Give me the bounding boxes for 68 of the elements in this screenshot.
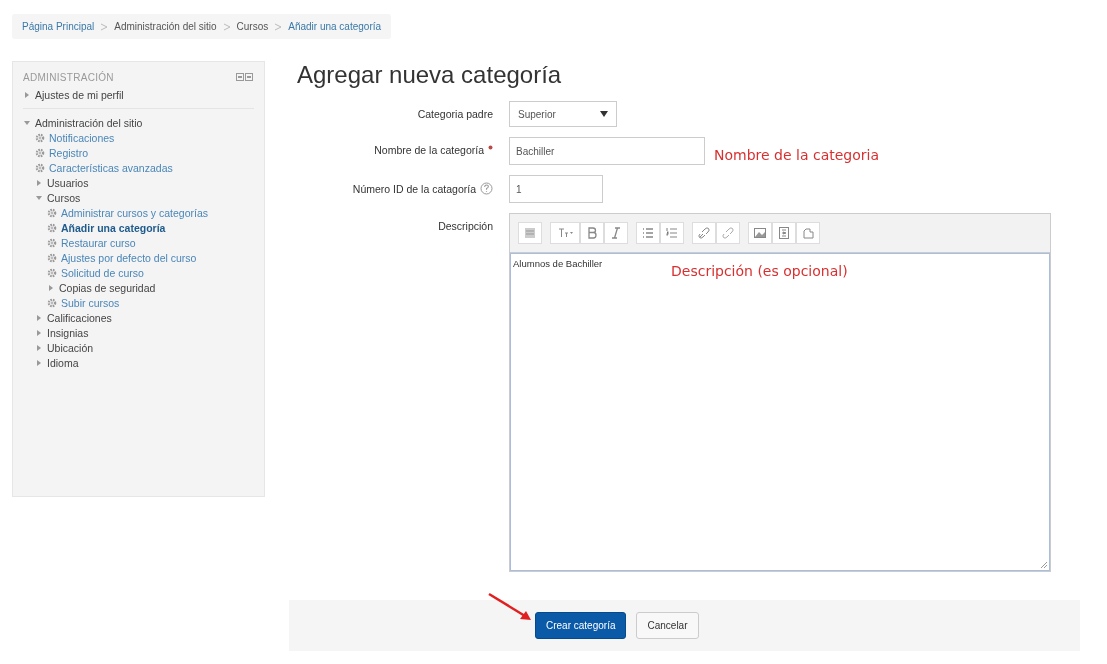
tree-item[interactable]: Insignias: [47, 326, 89, 340]
tree-link[interactable]: Administrar cursos y categorías: [61, 206, 209, 220]
separator-icon: [100, 22, 109, 31]
category-dropdown[interactable]: Superior: [509, 101, 617, 127]
field-label: Descripción: [438, 220, 493, 232]
breadcrumb-item: Cursos: [236, 21, 269, 32]
separator-icon: [274, 22, 283, 31]
media-button[interactable]: [772, 222, 796, 244]
separator-icon: [222, 22, 231, 31]
name-input-field[interactable]: Bachiller: [509, 137, 705, 165]
tree-link[interactable]: Características avanzadas: [49, 161, 173, 175]
image-button[interactable]: [748, 222, 772, 244]
breadcrumb-link[interactable]: Página Principal: [22, 21, 95, 32]
tree-item[interactable]: Idioma: [47, 356, 79, 370]
image-icon: [753, 226, 767, 240]
tree-item[interactable]: Ubicación: [47, 341, 94, 355]
collapse-icon: [523, 226, 537, 240]
numbered-list-button[interactable]: [660, 222, 684, 244]
help-icon: [480, 182, 493, 195]
id-number-field[interactable]: 1: [509, 175, 603, 203]
media-icon: [777, 226, 791, 240]
tree-link[interactable]: Registro: [49, 146, 89, 160]
cancel-button[interactable]: Cancelar: [636, 612, 699, 639]
resize-handle-icon: [1040, 561, 1048, 569]
tree-item[interactable]: Ajustes de mi perfil: [35, 88, 124, 102]
text-style-button[interactable]: [550, 222, 580, 244]
tree-item[interactable]: Copias de seguridad: [59, 281, 156, 295]
tree-link[interactable]: Subir cursos: [61, 296, 120, 310]
annotation-text: Descripción (es opcional): [671, 263, 848, 279]
tree-link[interactable]: Restaurar curso: [61, 236, 136, 250]
gear-icon: [47, 298, 57, 308]
italic-icon: [609, 226, 623, 240]
editor-text: Alumnos de Bachiller: [513, 258, 603, 269]
bullet-list-button[interactable]: [636, 222, 660, 244]
collapse-button[interactable]: [518, 222, 542, 244]
dock-icon: [236, 73, 254, 82]
numbered-list-icon: [665, 226, 679, 240]
file-button[interactable]: [796, 222, 820, 244]
file-icon: [801, 226, 815, 240]
page-heading: Agregar nueva categoría: [297, 61, 563, 89]
tree-link[interactable]: Notificaciones: [49, 131, 115, 145]
bold-icon: [585, 226, 599, 240]
unlink-button[interactable]: [716, 222, 740, 244]
field-label: Nombre de la categoría: [374, 144, 484, 156]
required-icon: [488, 145, 493, 150]
block-title: ADMINISTRACIÓN: [23, 72, 114, 83]
tree-link[interactable]: Solicitud de curso: [61, 266, 144, 280]
arrow-annotation: [487, 592, 533, 622]
tree-item[interactable]: Usuarios: [47, 176, 89, 190]
tree-item[interactable]: Administración del sitio: [35, 116, 143, 130]
tree-item[interactable]: Cursos: [47, 191, 81, 205]
create-button[interactable]: Crear categoría: [535, 612, 627, 639]
tree-link[interactable]: Añadir una categoría: [61, 221, 166, 235]
link-button[interactable]: [692, 222, 716, 244]
field-label: Número ID de la catagoría: [352, 182, 476, 195]
text-style-icon: [556, 226, 574, 240]
tree-item[interactable]: Calificaciones: [47, 311, 112, 325]
italic-button[interactable]: [604, 222, 628, 244]
tree-link[interactable]: Ajustes por defecto del curso: [61, 251, 197, 265]
annotation-text: Nombre de la categoria: [714, 147, 879, 163]
breadcrumb-item: Administración del sitio: [114, 21, 217, 32]
bold-button[interactable]: [580, 222, 604, 244]
breadcrumb-link[interactable]: Añadir una categoría: [288, 21, 382, 32]
field-label: Categoria padre: [417, 108, 493, 120]
unlink-icon: [721, 226, 735, 240]
bullet-list-icon: [641, 226, 655, 240]
dropdown-caret-icon: [600, 111, 608, 117]
link-icon: [697, 226, 711, 240]
